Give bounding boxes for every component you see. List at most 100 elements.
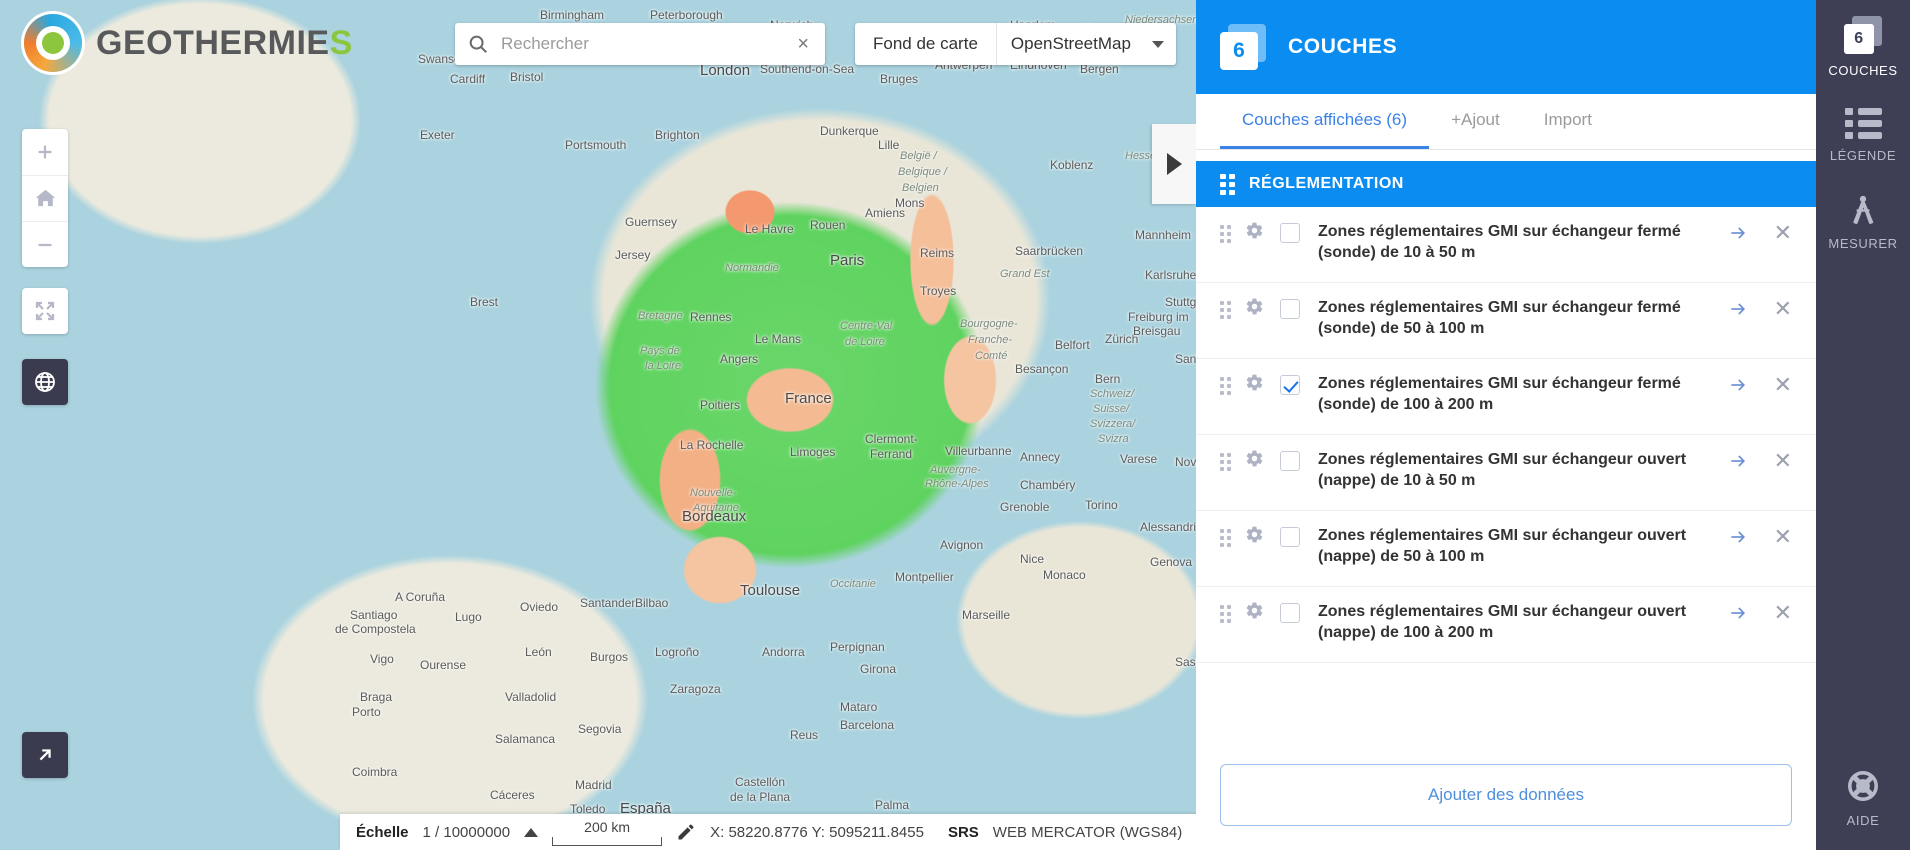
zoom-to-layer-arrow-icon[interactable] [1728, 223, 1748, 248]
triangle-right-icon [1166, 153, 1182, 175]
layer-row[interactable]: Zones réglementaires GMI sur échangeur f… [1196, 283, 1816, 359]
scale-ruler-bar [552, 836, 663, 846]
layer-label: Zones réglementaires GMI sur échangeur o… [1318, 603, 1687, 642]
layers-stack-icon: 6 [1844, 16, 1882, 54]
layers-panel-header: 6 COUCHES [1196, 0, 1816, 94]
layer-visibility-checkbox[interactable] [1280, 451, 1300, 471]
layer-visibility-checkbox[interactable] [1280, 527, 1300, 547]
gear-icon[interactable] [1245, 525, 1264, 549]
tab-1[interactable]: +Ajout [1429, 94, 1522, 149]
zoom-to-layer-arrow-icon[interactable] [1728, 451, 1748, 476]
layer-group-header-reglementation[interactable]: RÉGLEMENTATION [1196, 161, 1816, 207]
drag-handle-icon[interactable] [1220, 529, 1231, 547]
basemap-label: Fond de carte [873, 34, 978, 53]
layer-label: Zones réglementaires GMI sur échangeur f… [1318, 299, 1681, 338]
remove-layer-icon[interactable]: ✕ [1774, 374, 1792, 396]
expand-arrow-icon [39, 749, 51, 761]
tab-label: +Ajout [1451, 110, 1500, 129]
rail-item-couches[interactable]: 6 COUCHES [1816, 0, 1910, 92]
search-box[interactable]: × [455, 23, 825, 65]
layer-visibility-checkbox[interactable] [1280, 223, 1300, 243]
rail-item-legende[interactable]: LÉGENDE [1816, 92, 1910, 177]
layer-row[interactable]: Zones réglementaires GMI sur échangeur o… [1196, 511, 1816, 587]
srs-value: WEB MERCATOR (WGS84) [992, 823, 1183, 841]
layers-panel-tabs: Couches affichées (6) +Ajout Import [1196, 94, 1816, 150]
srs-label: SRS [947, 823, 979, 841]
layers-count-badge: 6 [1220, 32, 1258, 70]
geothermies-app: BirminghamPeterboroughNorwichHaarlemEsse… [0, 0, 1910, 850]
layers-panel: 6 COUCHES Couches affichées (6) +Ajout Imp… [1196, 0, 1816, 850]
gear-icon[interactable] [1245, 297, 1264, 321]
drag-handle-icon[interactable] [1220, 605, 1231, 623]
tab-2[interactable]: Import [1522, 94, 1614, 149]
remove-layer-icon[interactable]: ✕ [1774, 222, 1792, 244]
gear-icon[interactable] [1245, 373, 1264, 397]
zoom-to-layer-arrow-icon[interactable] [1728, 603, 1748, 628]
add-data-button[interactable]: Ajouter des données [1220, 764, 1792, 826]
zoom-controls [22, 129, 68, 267]
brand-title-main: GEOTHERMIE [96, 23, 330, 62]
legend-list-icon [1844, 108, 1882, 139]
remove-layer-icon[interactable]: ✕ [1774, 298, 1792, 320]
rail-item-mesurer[interactable]: MESURER [1816, 177, 1910, 265]
home-extent-button[interactable] [22, 175, 68, 221]
minus-icon [38, 243, 52, 246]
fullscreen-button[interactable] [22, 288, 68, 334]
zoom-to-layer-arrow-icon[interactable] [1728, 527, 1748, 552]
zoom-out-button[interactable] [22, 221, 68, 267]
fullscreen-icon [35, 301, 55, 321]
basemap-select[interactable]: OpenStreetMap [995, 23, 1176, 65]
drag-handle-icon[interactable] [1220, 225, 1231, 243]
expand-map-button[interactable] [22, 732, 68, 778]
scale-caret-up-icon[interactable] [524, 827, 539, 837]
remove-layer-icon[interactable]: ✕ [1774, 602, 1792, 624]
zoom-to-layer-arrow-icon[interactable] [1728, 375, 1748, 400]
layer-row[interactable]: Zones réglementaires GMI sur échangeur f… [1196, 207, 1816, 283]
layer-label: Zones réglementaires GMI sur échangeur f… [1318, 223, 1681, 262]
layer-label: Zones réglementaires GMI sur échangeur f… [1318, 375, 1681, 414]
layer-visibility-checkbox[interactable] [1280, 299, 1300, 319]
layers-panel-footer: Ajouter des données [1196, 742, 1816, 850]
scale-value: 1 / 10000000 [422, 823, 511, 841]
scale-label: Échelle [356, 823, 409, 841]
brand-title: GEOTHERMIES [96, 24, 353, 63]
layer-visibility-checkbox[interactable] [1280, 603, 1300, 623]
zoom-to-layer-arrow-icon[interactable] [1728, 299, 1748, 324]
layers-list[interactable]: Zones réglementaires GMI sur échangeur f… [1196, 207, 1816, 742]
remove-layer-icon[interactable]: ✕ [1774, 450, 1792, 472]
plus-icon [38, 145, 52, 159]
globe-button[interactable] [22, 359, 68, 405]
pencil-icon[interactable] [676, 822, 696, 842]
layer-row[interactable]: Zones réglementaires GMI sur échangeur o… [1196, 435, 1816, 511]
rail-item-label: AIDE [1846, 813, 1880, 828]
gear-icon[interactable] [1245, 449, 1264, 473]
tab-label: Couches affichées (6) [1242, 110, 1408, 129]
remove-layer-icon[interactable]: ✕ [1774, 526, 1792, 548]
search-clear-icon[interactable]: × [793, 34, 813, 54]
drag-handle-icon[interactable] [1220, 453, 1231, 471]
layer-visibility-checkbox[interactable] [1280, 375, 1300, 395]
zoom-in-button[interactable] [22, 129, 68, 175]
map-canvas[interactable]: BirminghamPeterboroughNorwichHaarlemEsse… [0, 0, 1196, 850]
chevron-down-icon [1151, 40, 1164, 48]
layer-row[interactable]: Zones réglementaires GMI sur échangeur f… [1196, 359, 1816, 435]
search-input[interactable] [501, 34, 794, 54]
grid-drag-icon [1220, 173, 1235, 195]
rail-item-aide[interactable]: AIDE [1816, 752, 1910, 850]
layer-label: Zones réglementaires GMI sur échangeur o… [1318, 451, 1687, 490]
layers-panel-title: COUCHES [1288, 35, 1398, 58]
gear-icon[interactable] [1245, 221, 1264, 245]
basemap-control: Fond de carte OpenStreetMap [855, 23, 1176, 65]
tab-0[interactable]: Couches affichées (6) [1220, 94, 1430, 149]
brand-logo-title[interactable]: GEOTHERMIES [24, 14, 353, 72]
layers-stack-icon: 6 [1220, 24, 1266, 70]
drag-handle-icon[interactable] [1220, 377, 1231, 395]
drag-handle-icon[interactable] [1220, 301, 1231, 319]
gear-icon[interactable] [1245, 601, 1264, 625]
scale-ruler: 200 km [552, 819, 663, 846]
geothermies-logo-icon [24, 14, 82, 72]
panel-collapse-toggle[interactable] [1152, 124, 1196, 204]
globe-icon [35, 372, 55, 392]
rail-layers-count: 6 [1844, 24, 1874, 54]
layer-row[interactable]: Zones réglementaires GMI sur échangeur o… [1196, 587, 1816, 663]
